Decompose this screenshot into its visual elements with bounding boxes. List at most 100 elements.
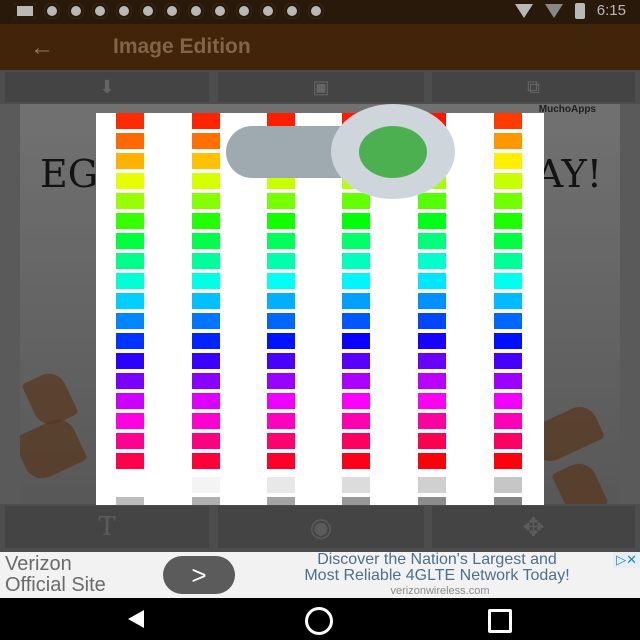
color-swatch[interactable] (192, 273, 220, 289)
gray-swatch[interactable] (116, 477, 144, 493)
color-swatch[interactable] (267, 253, 295, 269)
color-swatch[interactable] (116, 233, 144, 249)
color-swatch[interactable] (192, 353, 220, 369)
color-swatch[interactable] (342, 253, 370, 269)
back-arrow-icon[interactable]: ← (30, 34, 54, 62)
color-swatch[interactable] (192, 373, 220, 389)
color-swatch[interactable] (418, 193, 446, 209)
color-swatch[interactable] (494, 193, 522, 209)
color-swatch[interactable] (192, 313, 220, 329)
gray-swatch[interactable] (494, 497, 522, 505)
color-swatch[interactable] (267, 333, 295, 349)
color-swatch[interactable] (494, 313, 522, 329)
gray-swatch[interactable] (267, 497, 295, 505)
color-swatch[interactable] (267, 433, 295, 449)
color-swatch[interactable] (494, 333, 522, 349)
color-swatch[interactable] (267, 453, 295, 469)
color-swatch[interactable] (342, 433, 370, 449)
color-swatch[interactable] (494, 393, 522, 409)
ad-banner[interactable]: Verizon Official Site > Discover the Nat… (0, 552, 640, 598)
color-swatch[interactable] (267, 353, 295, 369)
color-swatch[interactable] (267, 373, 295, 389)
color-swatch[interactable] (494, 153, 522, 169)
color-swatch[interactable] (116, 453, 144, 469)
color-swatch[interactable] (494, 133, 522, 149)
color-swatch[interactable] (116, 293, 144, 309)
color-swatch[interactable] (192, 113, 220, 129)
color-swatch[interactable] (494, 213, 522, 229)
color-swatch[interactable] (494, 113, 522, 129)
color-swatch[interactable] (116, 153, 144, 169)
color-swatch[interactable] (267, 233, 295, 249)
palette-button[interactable]: ◉ (218, 506, 424, 548)
color-swatch[interactable] (267, 293, 295, 309)
color-swatch[interactable] (342, 413, 370, 429)
add-image-button[interactable]: ▣ (218, 72, 424, 102)
gray-swatch[interactable] (267, 477, 295, 493)
color-swatch[interactable] (494, 453, 522, 469)
color-swatch[interactable] (267, 413, 295, 429)
color-swatch[interactable] (418, 373, 446, 389)
color-swatch[interactable] (192, 433, 220, 449)
color-swatch[interactable] (192, 453, 220, 469)
color-swatch[interactable] (116, 393, 144, 409)
color-swatch[interactable] (418, 353, 446, 369)
color-swatch[interactable] (267, 213, 295, 229)
color-swatch[interactable] (342, 213, 370, 229)
color-swatch[interactable] (418, 433, 446, 449)
color-swatch[interactable] (116, 193, 144, 209)
color-swatch[interactable] (342, 373, 370, 389)
color-swatch[interactable] (494, 353, 522, 369)
color-swatch[interactable] (192, 213, 220, 229)
color-swatch[interactable] (418, 253, 446, 269)
color-swatch[interactable] (116, 133, 144, 149)
color-swatch[interactable] (116, 373, 144, 389)
color-swatch[interactable] (418, 233, 446, 249)
color-swatch[interactable] (342, 293, 370, 309)
color-swatch[interactable] (418, 293, 446, 309)
color-swatch[interactable] (418, 393, 446, 409)
color-swatch[interactable] (418, 453, 446, 469)
color-swatch[interactable] (418, 333, 446, 349)
gray-swatch[interactable] (342, 477, 370, 493)
nav-back-icon[interactable] (128, 610, 144, 628)
color-swatch[interactable] (192, 333, 220, 349)
color-swatch[interactable] (116, 433, 144, 449)
nav-home-icon[interactable] (305, 607, 333, 635)
color-swatch[interactable] (192, 293, 220, 309)
color-swatch[interactable] (494, 433, 522, 449)
color-swatch[interactable] (342, 453, 370, 469)
color-swatch[interactable] (494, 273, 522, 289)
gray-swatch[interactable] (116, 497, 144, 505)
color-swatch[interactable] (342, 393, 370, 409)
color-swatch[interactable] (418, 413, 446, 429)
color-swatch[interactable] (192, 193, 220, 209)
color-swatch[interactable] (116, 253, 144, 269)
color-swatch[interactable] (342, 233, 370, 249)
color-swatch[interactable] (192, 393, 220, 409)
color-swatch[interactable] (494, 233, 522, 249)
color-swatch[interactable] (116, 173, 144, 189)
color-swatch[interactable] (267, 193, 295, 209)
color-swatch[interactable] (116, 273, 144, 289)
color-swatch[interactable] (116, 313, 144, 329)
gray-swatch[interactable] (342, 497, 370, 505)
color-swatch[interactable] (494, 373, 522, 389)
color-swatch[interactable] (116, 113, 144, 129)
text-button[interactable]: T (5, 506, 209, 548)
ad-open-button[interactable]: > (163, 556, 235, 594)
color-swatch[interactable] (192, 413, 220, 429)
color-swatch[interactable] (192, 173, 220, 189)
color-swatch[interactable] (494, 413, 522, 429)
toggle-switch[interactable] (359, 126, 427, 178)
color-swatch[interactable] (267, 393, 295, 409)
color-swatch[interactable] (192, 153, 220, 169)
color-swatch[interactable] (116, 353, 144, 369)
gray-swatch[interactable] (192, 477, 220, 493)
color-swatch[interactable] (494, 173, 522, 189)
color-swatch[interactable] (267, 273, 295, 289)
color-swatch[interactable] (342, 353, 370, 369)
color-swatch[interactable] (116, 413, 144, 429)
color-swatch[interactable] (116, 213, 144, 229)
color-swatch[interactable] (418, 213, 446, 229)
